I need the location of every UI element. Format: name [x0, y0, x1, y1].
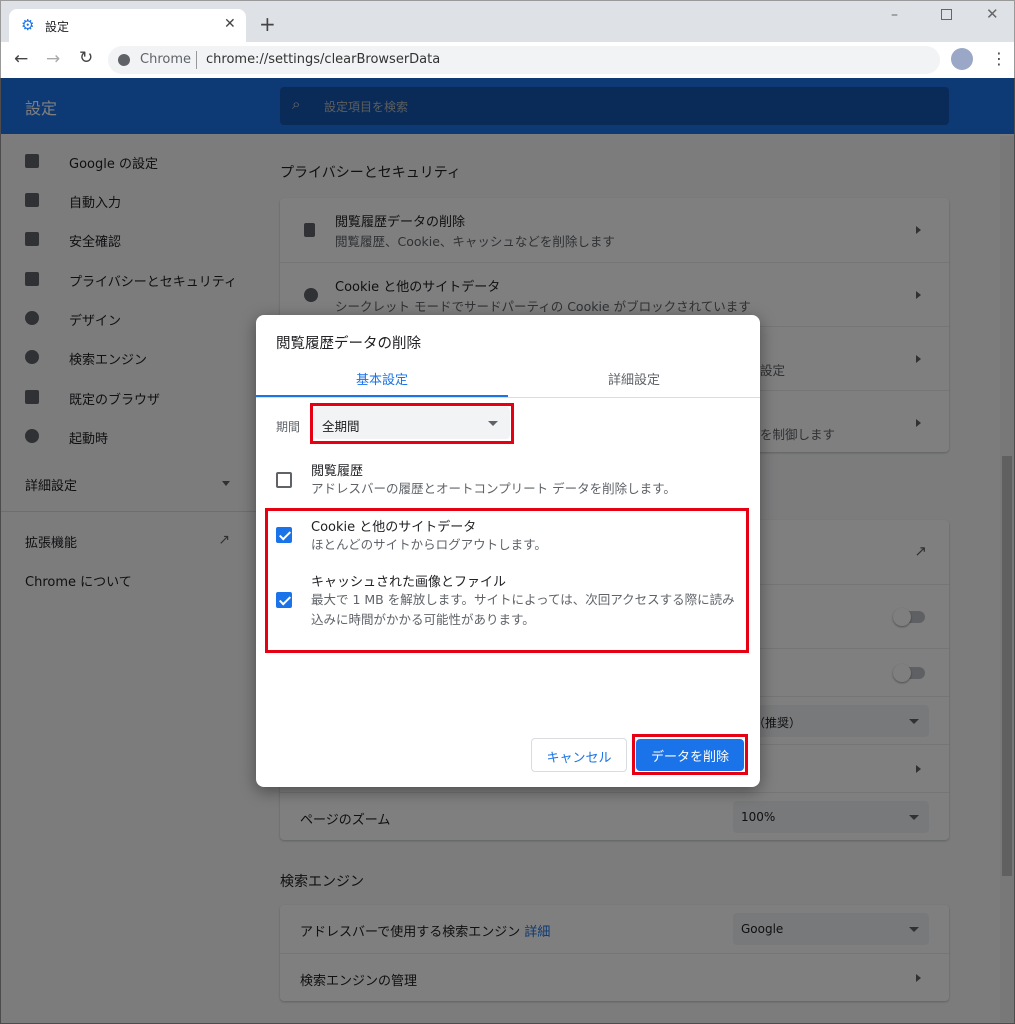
tab-label: 詳細設定 — [607, 373, 660, 388]
clear-data-dialog: 閲覧履歴データの削除 基本設定 詳細設定 期間 全期間 閲覧履歴 アドレスバーの… — [256, 315, 760, 787]
tab-settings[interactable]: ⚙ 設定 ✕ — [9, 9, 246, 43]
maximize-button[interactable] — [941, 9, 952, 20]
button-label: キャンセル — [546, 751, 612, 766]
forward-icon[interactable]: → — [46, 49, 60, 69]
url-text: chrome://settings/clearBrowserData — [206, 52, 441, 67]
close-tab-icon[interactable]: ✕ — [224, 16, 236, 32]
menu-icon[interactable]: ⋮ — [991, 49, 1007, 68]
close-window-button[interactable]: ✕ — [986, 5, 999, 23]
back-icon[interactable]: ← — [14, 49, 28, 69]
period-label: 期間 — [276, 420, 301, 434]
highlight-box — [265, 508, 749, 653]
tab-basic[interactable]: 基本設定 — [256, 363, 508, 397]
tab-label: 基本設定 — [355, 373, 408, 388]
omnibox[interactable]: Chrome chrome://settings/clearBrowserDat… — [108, 46, 940, 74]
dialog-title: 閲覧履歴データの削除 — [276, 336, 421, 352]
avatar[interactable] — [951, 48, 973, 70]
option-desc: アドレスバーの履歴とオートコンプリート データを削除します。 — [311, 481, 676, 496]
new-tab-button[interactable]: + — [259, 12, 276, 36]
tab-title: 設定 — [45, 20, 70, 34]
gear-icon: ⚙ — [21, 16, 35, 34]
option-title: 閲覧履歴 — [311, 464, 364, 479]
reload-icon[interactable]: ↻ — [79, 48, 93, 68]
tab-strip: ⚙ 設定 ✕ + – ✕ — [0, 0, 1015, 43]
chrome-icon — [118, 54, 130, 66]
omnibox-site: Chrome — [140, 52, 191, 67]
history-checkbox[interactable] — [276, 472, 292, 488]
divider — [196, 51, 197, 69]
tab-advanced[interactable]: 詳細設定 — [508, 363, 760, 397]
minimize-button[interactable]: – — [891, 7, 898, 23]
highlight-box — [632, 734, 748, 775]
highlight-box — [310, 403, 514, 444]
cancel-button[interactable]: キャンセル — [531, 738, 627, 772]
divider — [256, 397, 760, 398]
